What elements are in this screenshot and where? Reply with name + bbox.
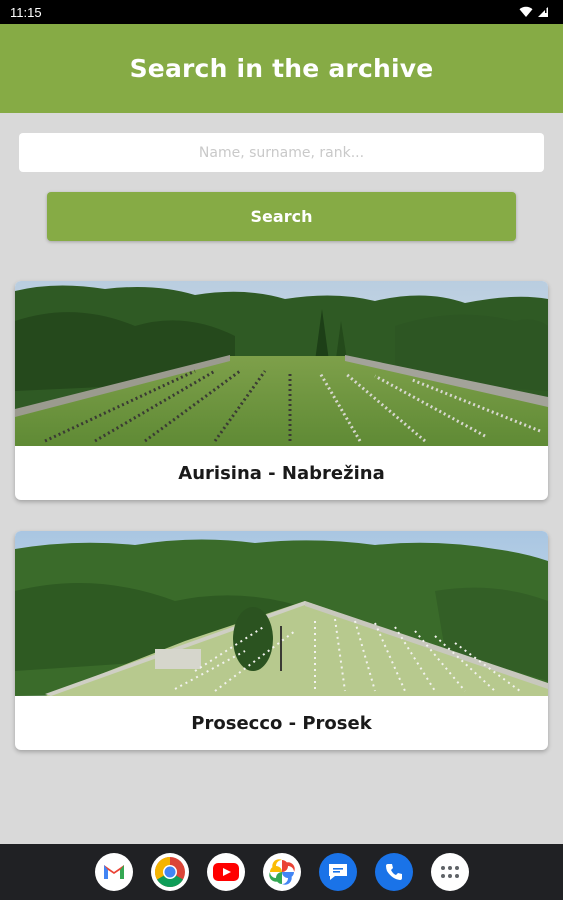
status-bar: 11:15 — [0, 0, 563, 24]
cemetery-photo-aurisina — [15, 281, 548, 446]
photos-icon[interactable] — [262, 853, 301, 891]
cemetery-card-aurisina[interactable]: Aurisina - Nabrežina — [15, 281, 548, 500]
search-button[interactable]: Search — [47, 192, 516, 241]
app-header: Search in the archive — [0, 24, 563, 113]
cemetery-name: Prosecco - Prosek — [191, 712, 372, 734]
app-dock — [0, 844, 563, 900]
status-time: 11:15 — [10, 4, 42, 20]
youtube-icon[interactable] — [206, 853, 245, 891]
search-input[interactable] — [19, 133, 544, 172]
app-drawer-icon[interactable] — [430, 853, 469, 891]
page-title: Search in the archive — [129, 54, 434, 83]
cemetery-card-prosecco[interactable]: Prosecco - Prosek — [15, 531, 548, 750]
chrome-icon[interactable] — [150, 853, 189, 891]
messages-icon[interactable] — [318, 853, 357, 891]
cemetery-photo-prosecco — [15, 531, 548, 696]
status-icons — [519, 6, 549, 18]
phone-icon[interactable] — [374, 853, 413, 891]
battery-icon — [538, 7, 548, 17]
gmail-icon[interactable] — [94, 853, 133, 891]
wifi-icon — [519, 6, 533, 18]
cemetery-name: Aurisina - Nabrežina — [178, 462, 385, 484]
